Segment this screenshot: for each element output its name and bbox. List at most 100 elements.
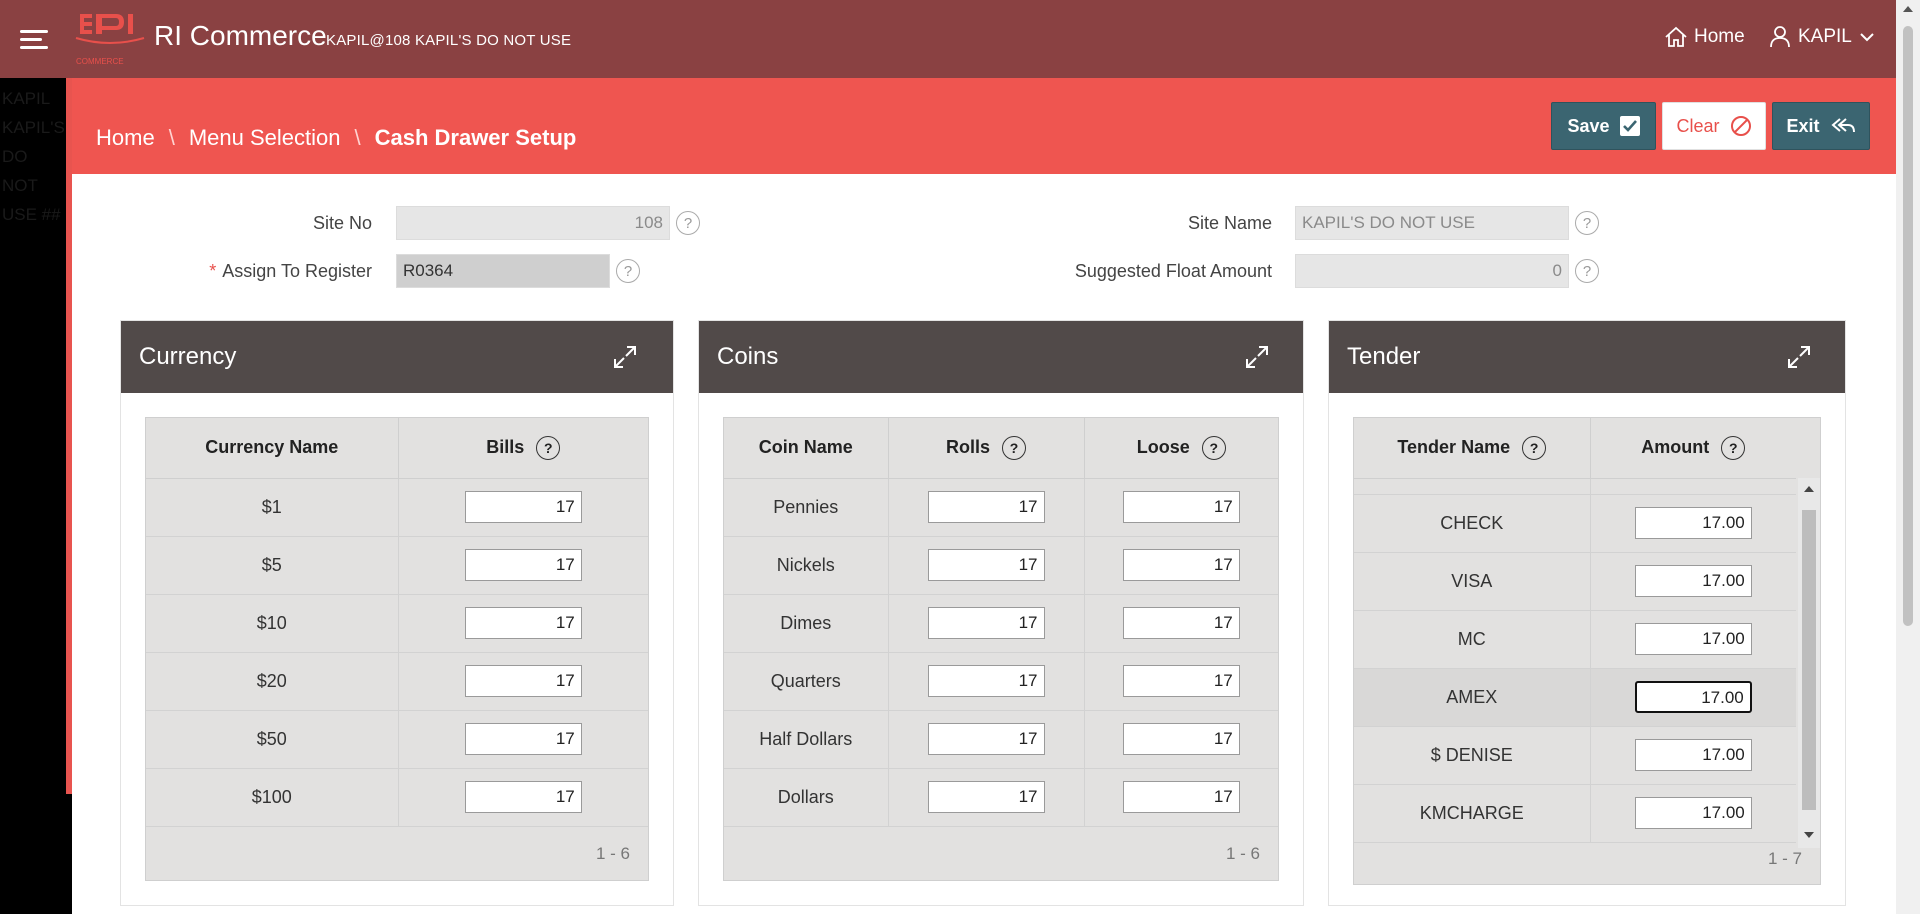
breadcrumb-separator: \ — [354, 125, 361, 150]
amount-cell: 17.00 — [1590, 726, 1796, 785]
ri-commerce-logo: COMMERCE — [75, 14, 145, 66]
hamburger-menu-icon[interactable] — [20, 28, 50, 50]
clear-button[interactable]: Clear — [1662, 102, 1766, 150]
expand-icon[interactable] — [1243, 343, 1271, 371]
rolls-input[interactable]: 17 — [927, 781, 1045, 813]
currency-name-cell: $1 — [146, 478, 399, 537]
loose-cell: 17 — [1084, 768, 1278, 827]
tender-grid-scrollbar[interactable] — [1798, 478, 1820, 848]
page-scrollbar[interactable] — [1896, 0, 1920, 914]
left-side-strip: KAPIL KAPIL'S DO NOT USE ## — [0, 78, 72, 914]
bills-help-icon[interactable]: ? — [536, 435, 561, 460]
bills-input[interactable]: 17 — [464, 491, 582, 523]
table-row: Quarters 17 17 — [724, 652, 1278, 711]
col-header-loose: Loose? — [1084, 418, 1278, 479]
currency-panel-title: Currency — [139, 343, 237, 370]
assign-register-label-text: Assign To Register — [222, 261, 372, 281]
rolls-cell: 17 — [888, 594, 1085, 653]
bills-cell: 17 — [398, 594, 648, 653]
nav-home-link[interactable]: Home — [1664, 26, 1745, 48]
exit-button[interactable]: Exit — [1772, 102, 1870, 150]
rolls-input[interactable]: 17 — [927, 665, 1045, 697]
user-menu[interactable]: KAPIL — [1770, 26, 1874, 48]
rolls-input[interactable]: 17 — [927, 491, 1045, 523]
chevron-down-icon — [1860, 33, 1874, 42]
loose-input[interactable]: 17 — [1122, 607, 1240, 639]
user-name: KAPIL — [1798, 26, 1852, 47]
loose-cell: 17 — [1084, 536, 1278, 595]
site-no-label: Site No — [312, 213, 372, 233]
coin-name-cell: Dimes — [724, 594, 889, 653]
currency-panel-header: Currency — [121, 321, 673, 393]
bills-input[interactable]: 17 — [464, 607, 582, 639]
assign-register-help-icon[interactable]: ? — [616, 259, 640, 283]
scroll-up-arrow-icon[interactable] — [1903, 6, 1913, 12]
currency-name-cell: $20 — [146, 652, 399, 711]
site-no-field[interactable]: 108 — [396, 206, 670, 240]
site-no-help-icon[interactable]: ? — [676, 211, 700, 235]
amount-input-active[interactable]: 17.00 — [1634, 681, 1752, 713]
coin-name-cell: Dollars — [724, 768, 889, 827]
bills-cell: 17 — [398, 710, 648, 769]
amount-input[interactable]: 17.00 — [1634, 797, 1752, 829]
coin-name-cell: Half Dollars — [724, 710, 889, 769]
required-asterisk: * — [209, 261, 217, 281]
site-name-help-icon[interactable]: ? — [1575, 211, 1599, 235]
table-row: Half Dollars 17 17 — [724, 710, 1278, 769]
col-header-currency-name: Currency Name — [146, 418, 399, 479]
site-subtitle: KAPIL@108 KAPIL'S DO NOT USE — [326, 32, 572, 49]
site-name-field[interactable]: KAPIL'S DO NOT USE — [1295, 206, 1569, 240]
currency-name-cell: $5 — [146, 536, 399, 595]
rolls-cell: 17 — [888, 478, 1085, 537]
tender-name-cell: $ DENISE — [1354, 726, 1591, 785]
loose-input[interactable]: 17 — [1122, 665, 1240, 697]
amount-input[interactable]: 17.00 — [1634, 507, 1752, 539]
bills-input[interactable]: 17 — [464, 549, 582, 581]
rolls-input[interactable]: 17 — [927, 549, 1045, 581]
amount-input[interactable]: 17.00 — [1634, 739, 1752, 771]
tender-name-help-icon[interactable]: ? — [1522, 435, 1547, 460]
suggested-float-field[interactable]: 0 — [1295, 254, 1569, 288]
rolls-help-icon[interactable]: ? — [1002, 435, 1026, 460]
col-header-bills-label: Bills — [486, 436, 525, 457]
rolls-input[interactable]: 17 — [927, 607, 1045, 639]
amount-cell: 17.00 — [1590, 552, 1796, 611]
loose-help-icon[interactable]: ? — [1201, 435, 1226, 460]
assign-register-label: * Assign To Register — [180, 261, 372, 282]
col-header-tender-name: Tender Name? — [1354, 418, 1591, 479]
suggested-float-help-icon[interactable]: ? — [1575, 259, 1599, 283]
amount-help-icon[interactable]: ? — [1721, 435, 1746, 460]
loose-input[interactable]: 17 — [1122, 723, 1240, 755]
expand-icon[interactable] — [611, 343, 639, 371]
bills-cell: 17 — [398, 652, 648, 711]
loose-input[interactable]: 17 — [1122, 549, 1240, 581]
tender-name-cell: VISA — [1354, 552, 1591, 611]
amount-input[interactable]: 17.00 — [1634, 623, 1752, 655]
amount-input[interactable]: 17.00 — [1634, 565, 1752, 597]
bills-input[interactable]: 17 — [464, 723, 582, 755]
table-row: Nickels 17 17 — [724, 536, 1278, 595]
page-scroll-thumb[interactable] — [1903, 26, 1913, 626]
amount-cell: 17.00 — [1590, 494, 1796, 553]
save-button[interactable]: Save — [1551, 102, 1656, 150]
table-row: Pennies 17 17 — [724, 478, 1278, 537]
table-row: $ DENISE 17.00 — [1354, 726, 1796, 785]
rolls-input[interactable]: 17 — [927, 723, 1045, 755]
loose-input[interactable]: 17 — [1122, 491, 1240, 523]
suggested-float-label: Suggested Float Amount — [1074, 261, 1272, 281]
bills-input[interactable]: 17 — [464, 781, 582, 813]
table-row: $20 17 — [146, 652, 648, 711]
expand-icon[interactable] — [1785, 343, 1813, 371]
tender-scroll-thumb[interactable] — [1802, 510, 1816, 810]
assign-register-field[interactable]: R0364 — [396, 254, 610, 288]
breadcrumb-home[interactable]: Home — [96, 125, 155, 151]
coins-panel-title: Coins — [717, 343, 779, 370]
breadcrumb-menu-selection[interactable]: Menu Selection — [189, 125, 341, 151]
coins-grid: Coin Name Rolls? Loose? Pennies 17 17 Nick… — [723, 417, 1279, 881]
bills-input[interactable]: 17 — [464, 665, 582, 697]
table-row: CHECK 17.00 — [1354, 494, 1796, 553]
col-header-coin-name: Coin Name — [724, 418, 889, 479]
loose-input[interactable]: 17 — [1122, 781, 1240, 813]
tender-grid: Tender Name? Amount? CHECK 17.00 VISA 17.0… — [1353, 417, 1821, 885]
scroll-up-arrow-icon[interactable] — [1804, 486, 1814, 492]
